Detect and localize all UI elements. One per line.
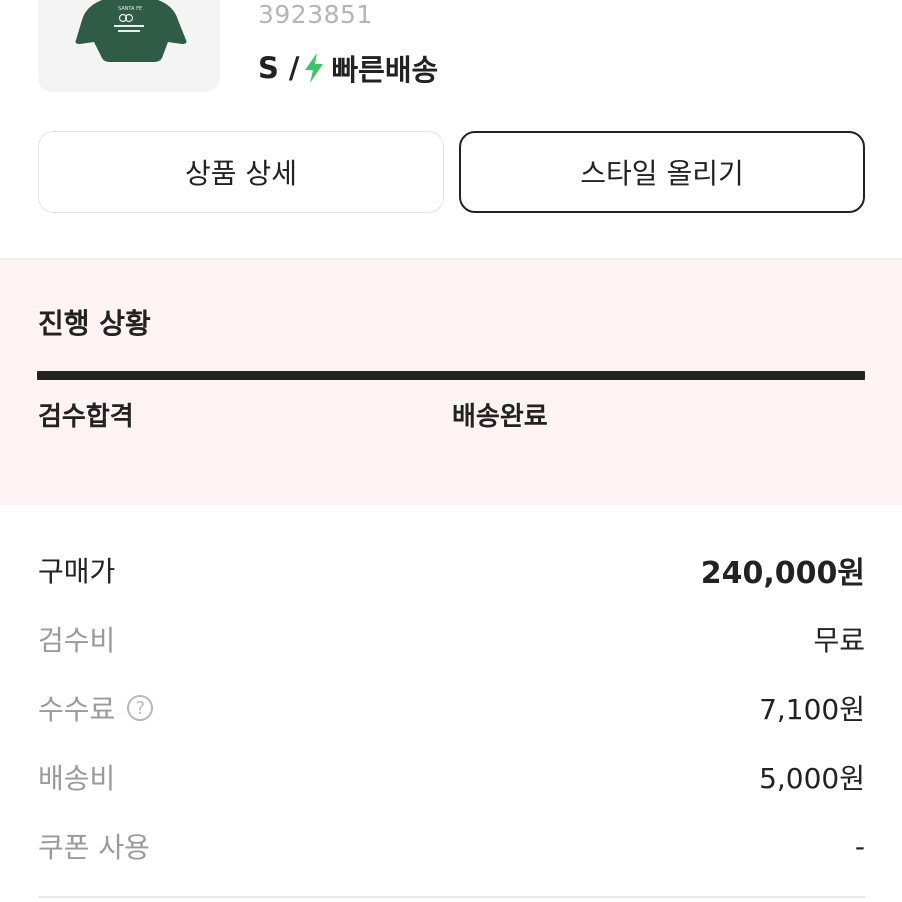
product-code: 3923851 <box>258 0 373 29</box>
price-label: 구매가 <box>38 555 116 588</box>
price-value: 무료 <box>813 624 865 657</box>
price-label: 쿠폰 사용 <box>38 831 150 864</box>
sweatshirt-image: SANTA FE <box>75 0 187 62</box>
svg-text:SANTA FE: SANTA FE <box>118 6 142 12</box>
post-style-button[interactable]: 스타일 올리기 <box>459 131 865 213</box>
question-mark-icon[interactable]: ? <box>127 695 154 721</box>
price-label: 검수비 <box>38 624 116 657</box>
price-label: 수수료 <box>38 693 116 726</box>
progress-step-delivered: 배송완료 <box>452 402 548 432</box>
progress-title: 진행 상황 <box>38 307 151 340</box>
price-label-wrap: 수수료 ? <box>38 688 154 728</box>
price-value: 240,000원 <box>700 556 865 591</box>
bottom-divider <box>38 896 865 898</box>
price-value: - <box>854 829 865 863</box>
price-label: 배송비 <box>38 762 116 795</box>
price-row-commission: 수수료 ? 7,100원 <box>38 688 865 728</box>
option-separator: / <box>288 51 300 85</box>
progress-bar <box>37 371 865 380</box>
price-row-shipping-fee: 배송비 5,000원 <box>38 757 865 797</box>
price-value: 7,100원 <box>759 693 865 726</box>
progress-step-inspection-passed: 검수합격 <box>38 402 134 432</box>
product-size: S <box>258 51 279 85</box>
fast-shipping-label: 빠른배송 <box>331 53 439 87</box>
price-row-purchase: 구매가 240,000원 <box>38 550 865 591</box>
price-value: 5,000원 <box>759 762 865 795</box>
progress-section: 진행 상황 검수합격 배송완료 <box>0 260 902 505</box>
product-thumbnail[interactable]: SANTA FE <box>38 0 220 92</box>
product-option: S / 빠른배송 <box>258 50 439 87</box>
price-row-coupon: 쿠폰 사용 - <box>38 826 865 866</box>
price-row-inspection-fee: 검수비 무료 <box>38 619 865 659</box>
lightning-bolt-icon <box>303 53 325 83</box>
product-detail-button[interactable]: 상품 상세 <box>38 131 444 213</box>
